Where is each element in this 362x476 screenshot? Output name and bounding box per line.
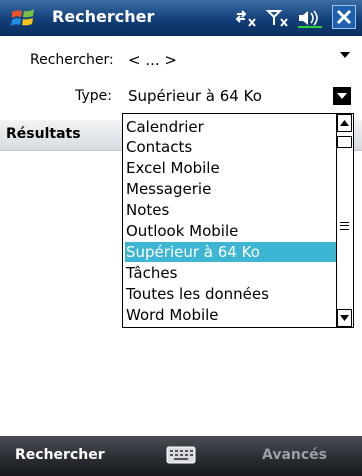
close-button[interactable] bbox=[332, 5, 356, 29]
list-item[interactable]: Excel Mobile bbox=[125, 158, 338, 178]
connectivity-icon[interactable] bbox=[234, 8, 258, 28]
keyboard-icon[interactable] bbox=[166, 446, 196, 464]
list-item-selected[interactable]: Supérieur à 64 Ko bbox=[125, 242, 338, 262]
results-label: Résultats bbox=[6, 126, 81, 142]
list-item[interactable]: Messagerie bbox=[125, 179, 338, 199]
list-item[interactable]: Notes bbox=[125, 200, 338, 220]
close-icon bbox=[336, 9, 352, 25]
list-item[interactable]: Toutes les données bbox=[125, 284, 338, 304]
list-item[interactable]: Tâches bbox=[125, 263, 338, 283]
scroll-grip-icon bbox=[340, 222, 349, 230]
signal-icon[interactable] bbox=[266, 8, 290, 28]
list-item[interactable]: Contacts bbox=[125, 137, 338, 157]
type-dropdown-list[interactable]: Calendrier Contacts Excel Mobile Message… bbox=[122, 113, 354, 328]
scroll-down-icon bbox=[340, 315, 349, 321]
scroll-up-button[interactable] bbox=[337, 114, 352, 132]
rechercher-softkey[interactable]: Rechercher bbox=[15, 447, 105, 463]
search-label: Rechercher: bbox=[30, 52, 114, 68]
scroll-up-icon bbox=[340, 120, 349, 126]
chevron-down-icon[interactable] bbox=[340, 52, 350, 58]
type-select[interactable]: Supérieur à 64 Ko bbox=[128, 87, 262, 105]
list-item[interactable]: Outlook Mobile bbox=[125, 221, 338, 241]
scroll-thumb[interactable] bbox=[337, 136, 352, 148]
search-select[interactable]: < ... > bbox=[128, 51, 177, 69]
type-label: Type: bbox=[75, 88, 112, 104]
scrollbar[interactable] bbox=[336, 114, 353, 327]
scroll-down-button[interactable] bbox=[337, 309, 352, 327]
windows-logo-icon[interactable] bbox=[10, 6, 36, 30]
avances-softkey[interactable]: Avancés bbox=[262, 447, 327, 463]
list-item[interactable]: Calendrier bbox=[125, 117, 338, 137]
type-dropdown-button[interactable] bbox=[333, 87, 351, 105]
list-item[interactable]: Word Mobile bbox=[125, 305, 338, 325]
volume-icon[interactable] bbox=[297, 8, 323, 28]
app-title: Rechercher bbox=[52, 7, 155, 26]
